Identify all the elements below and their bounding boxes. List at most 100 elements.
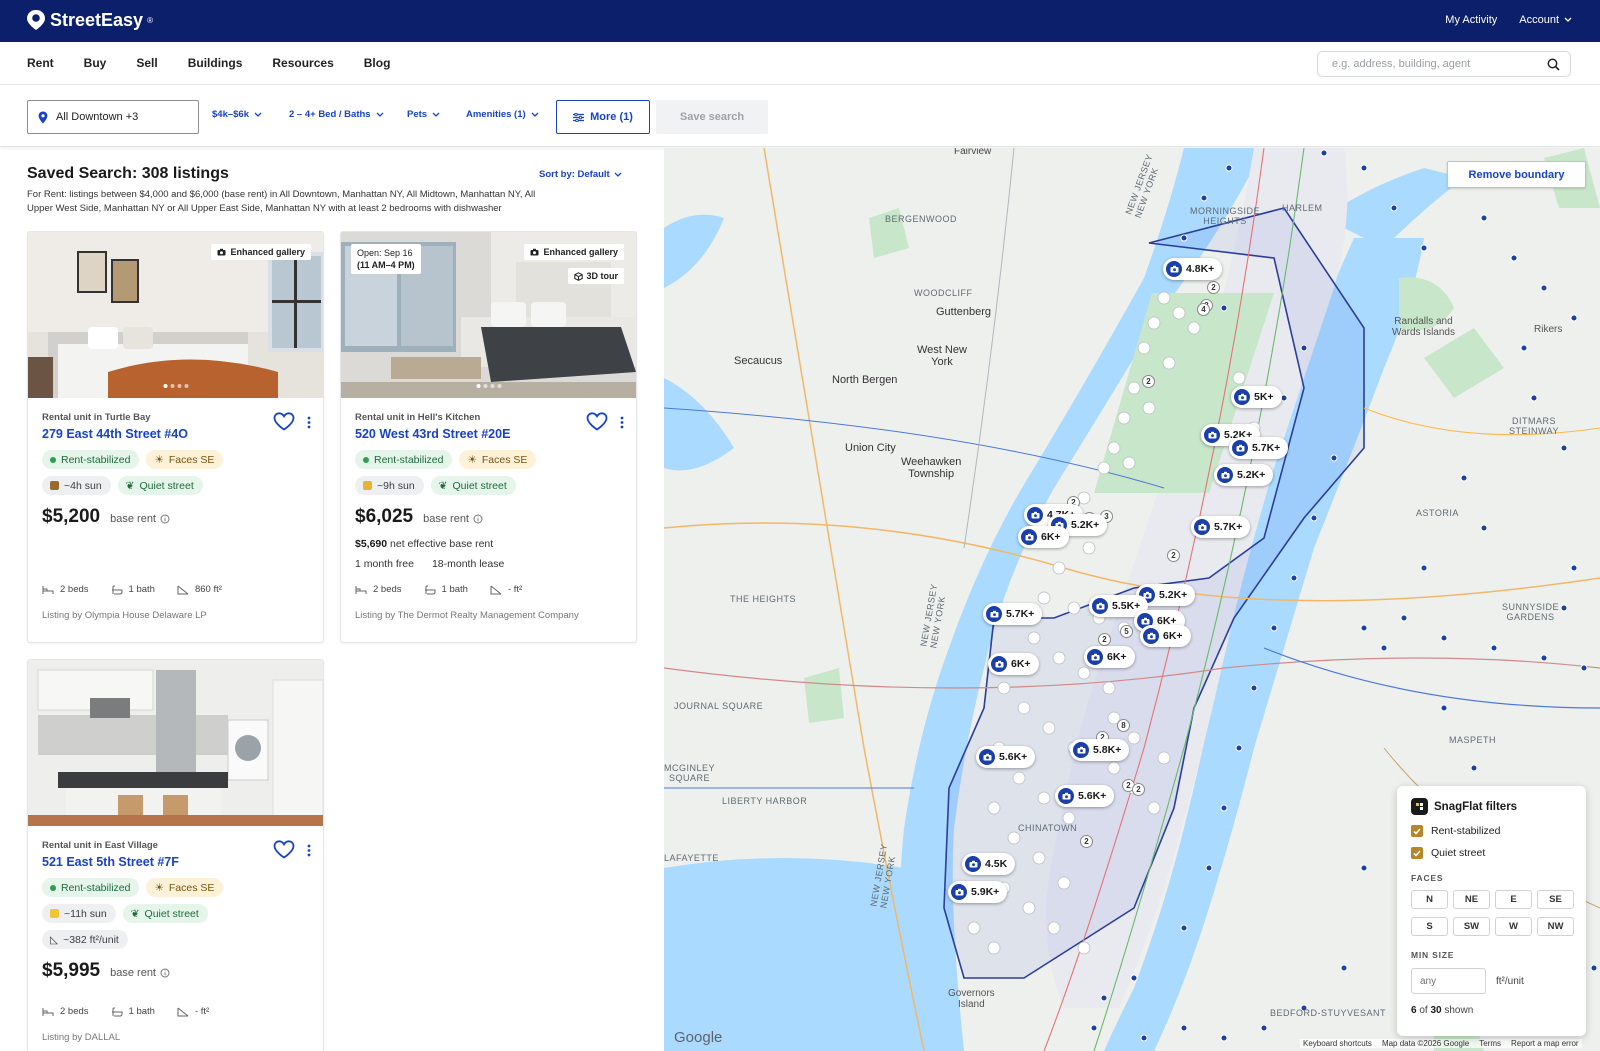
cluster-count[interactable]: 2 <box>1207 281 1220 294</box>
terms-link[interactable]: Terms <box>1479 1039 1501 1048</box>
sort-dropdown[interactable]: Sort by: Default <box>539 169 622 180</box>
search-icon[interactable] <box>1547 58 1560 71</box>
more-options-icon[interactable] <box>620 416 624 429</box>
face-w-button[interactable]: W <box>1495 917 1532 936</box>
top-bar: StreetEasy ® My Activity Account <box>0 0 1600 42</box>
heart-icon[interactable] <box>586 412 608 431</box>
nav-buy[interactable]: Buy <box>84 56 107 70</box>
nav-rent[interactable]: Rent <box>27 56 54 70</box>
carousel-dot[interactable] <box>184 384 188 388</box>
face-e-button[interactable]: E <box>1495 890 1532 909</box>
remove-boundary-button[interactable]: Remove boundary <box>1447 161 1586 188</box>
listing-broker: Listing by Olympia House Delaware LP <box>42 610 207 621</box>
report-error-link[interactable]: Report a map error <box>1511 1039 1579 1048</box>
nav-blog[interactable]: Blog <box>364 56 391 70</box>
quiet-street-checkbox[interactable]: Quiet street <box>1411 847 1572 859</box>
price-pin-label: 5.7K+ <box>1252 442 1281 454</box>
price-pin[interactable]: 5.7K+ <box>983 603 1043 625</box>
rent-stabilized-chip: Rent-stabilized <box>42 878 140 897</box>
listing-broker: Listing by DALLAL <box>42 1032 121 1043</box>
price-pin[interactable]: 5.8K+ <box>1070 739 1130 761</box>
save-search-button[interactable]: Save search <box>656 100 768 134</box>
carousel-dot[interactable] <box>490 384 494 388</box>
price-pin[interactable]: 6K+ <box>988 653 1039 675</box>
price-pin[interactable]: 5.9K+ <box>948 881 1008 903</box>
listing-card[interactable]: Rental unit in East Village 521 East 5th… <box>27 659 324 1051</box>
min-size-input[interactable] <box>1411 968 1486 994</box>
checkbox-checked-icon[interactable] <box>1411 825 1423 837</box>
price-pin[interactable]: 6K+ <box>1084 646 1135 668</box>
price-pin[interactable]: 6K+ <box>1018 526 1069 548</box>
cluster-count[interactable]: 2 <box>1132 783 1145 796</box>
carousel-dot[interactable] <box>476 384 480 388</box>
listing-photo[interactable]: Enhanced gallery <box>28 232 323 398</box>
price-pin[interactable]: 4.5K <box>962 853 1016 875</box>
carousel-dot[interactable] <box>163 384 167 388</box>
info-icon[interactable] <box>160 968 170 978</box>
face-se-button[interactable]: SE <box>1537 890 1574 909</box>
camera-icon <box>217 248 226 256</box>
cluster-count[interactable]: 2 <box>1080 835 1093 848</box>
price-filter[interactable]: $4k–$6k <box>212 109 262 120</box>
more-filters-button[interactable]: More (1) <box>556 100 650 134</box>
listing-address-link[interactable]: 520 West 43rd Street #20E <box>355 427 622 441</box>
listing-photo[interactable] <box>28 660 323 826</box>
snagflat-filters-panel: SnagFlat filters Rent-stabilized Quiet s… <box>1397 786 1586 1036</box>
carousel-dot[interactable] <box>177 384 181 388</box>
free-months: 1 month free <box>355 558 414 570</box>
listing-photo[interactable]: Open: Sep 16 (11 AM–4 PM) Enhanced galle… <box>341 232 636 398</box>
rent-stabilized-checkbox[interactable]: Rent-stabilized <box>1411 825 1572 837</box>
price-pin[interactable]: 5K+ <box>1231 386 1282 408</box>
price-pin[interactable]: 5.2K+ <box>1214 464 1274 486</box>
account-menu[interactable]: Account <box>1519 14 1572 26</box>
listing-card[interactable]: Enhanced gallery Rental unit in Turtle B… <box>27 231 324 643</box>
cluster-count[interactable]: 4 <box>1197 303 1210 316</box>
search-input[interactable] <box>1332 58 1547 70</box>
face-ne-button[interactable]: NE <box>1453 890 1490 909</box>
beds-baths-filter[interactable]: 2 – 4+ Bed / Baths <box>289 109 384 120</box>
ruler-icon <box>177 1007 189 1016</box>
info-icon[interactable] <box>160 514 170 524</box>
streeteasy-logo[interactable]: StreetEasy ® <box>26 9 153 31</box>
more-options-icon[interactable] <box>307 844 311 857</box>
cluster-count[interactable]: 2 <box>1098 633 1111 646</box>
heart-icon[interactable] <box>273 412 295 431</box>
nav-resources[interactable]: Resources <box>272 56 333 70</box>
face-nw-button[interactable]: NW <box>1537 917 1574 936</box>
listing-address-link[interactable]: 279 East 44th Street #4O <box>42 427 309 441</box>
cluster-count[interactable]: 2 <box>1167 549 1180 562</box>
price-pin[interactable]: 6K+ <box>1140 625 1191 647</box>
price-pin[interactable]: 5.7K+ <box>1191 516 1251 538</box>
min-size-section-label: MIN SIZE <box>1411 950 1455 960</box>
more-options-icon[interactable] <box>307 416 311 429</box>
face-n-button[interactable]: N <box>1411 890 1448 909</box>
listing-card[interactable]: Open: Sep 16 (11 AM–4 PM) Enhanced galle… <box>340 231 637 643</box>
info-icon[interactable] <box>473 514 483 524</box>
cluster-count[interactable]: 5 <box>1120 625 1133 638</box>
bed-icon <box>42 585 54 594</box>
cluster-count[interactable]: 2 <box>1142 375 1155 388</box>
heart-icon[interactable] <box>273 840 295 859</box>
nav-sell[interactable]: Sell <box>136 56 157 70</box>
keyboard-shortcuts-link[interactable]: Keyboard shortcuts <box>1303 1039 1372 1048</box>
amenities-filter[interactable]: Amenities (1) <box>466 109 539 120</box>
face-sw-button[interactable]: SW <box>1453 917 1490 936</box>
checkbox-checked-icon[interactable] <box>1411 847 1423 859</box>
carousel-dot[interactable] <box>170 384 174 388</box>
face-s-button[interactable]: S <box>1411 917 1448 936</box>
price-pin[interactable]: 4.8K+ <box>1163 258 1223 280</box>
cluster-count[interactable]: 8 <box>1117 719 1130 732</box>
nav-buildings[interactable]: Buildings <box>188 56 243 70</box>
location-filter[interactable]: All Downtown +3 <box>27 100 199 134</box>
price-pin[interactable]: 5.7K+ <box>1229 437 1289 459</box>
pets-filter[interactable]: Pets <box>407 109 440 120</box>
camera-icon <box>951 884 967 900</box>
price-pin[interactable]: 5.6K+ <box>1055 785 1115 807</box>
carousel-dot[interactable] <box>483 384 487 388</box>
listing-facts: 2 beds 1 bath - ft² <box>355 584 522 595</box>
my-activity-link[interactable]: My Activity <box>1445 14 1497 26</box>
price-pin-label: 6K+ <box>1011 658 1031 670</box>
price-pin[interactable]: 5.6K+ <box>976 746 1036 768</box>
listing-address-link[interactable]: 521 East 5th Street #7F <box>42 855 309 869</box>
carousel-dot[interactable] <box>497 384 501 388</box>
